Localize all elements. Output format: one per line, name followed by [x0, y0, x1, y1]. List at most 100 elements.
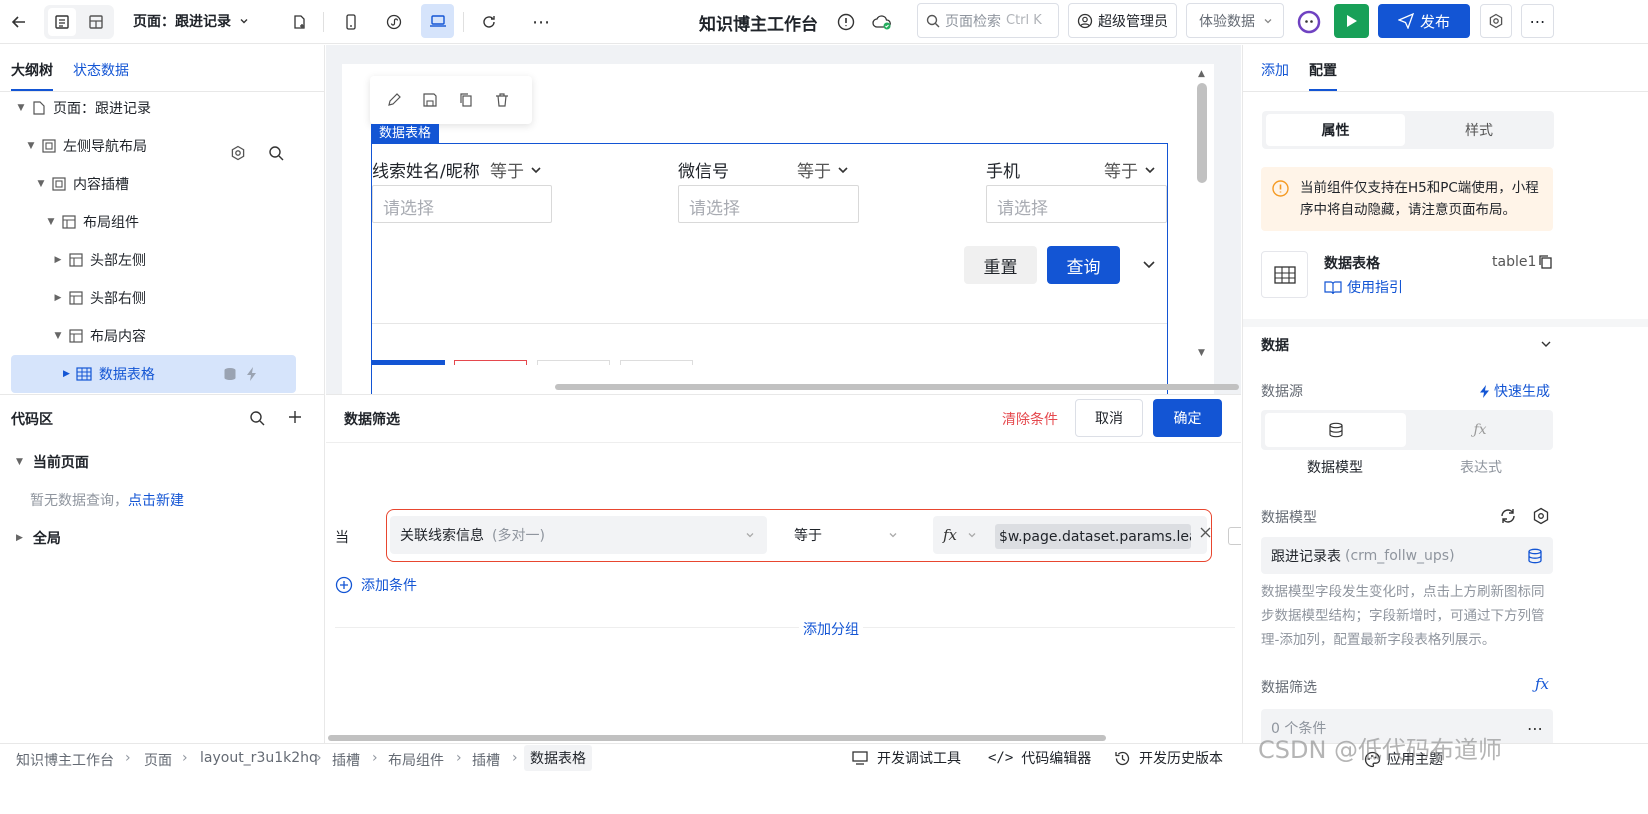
breadcrumb-item[interactable]: 页面	[144, 750, 172, 770]
layout-view-icon[interactable]	[82, 8, 110, 36]
ai-assistant-icon[interactable]	[1295, 8, 1323, 36]
row-checkbox-peek[interactable]	[1228, 527, 1241, 545]
breadcrumb-item[interactable]: 布局组件	[388, 750, 444, 770]
empty-text: 暂无数据查询，	[30, 493, 128, 509]
expand-chevron-icon[interactable]	[1142, 259, 1156, 271]
seg-style[interactable]: 样式	[1409, 114, 1549, 146]
settings-button[interactable]	[1480, 4, 1512, 38]
confirm-button[interactable]: 确定	[1153, 399, 1222, 437]
more-icon[interactable]: ⋯	[527, 8, 555, 36]
tab-outline[interactable]: 大纲树	[11, 60, 53, 80]
outline-view-icon[interactable]	[48, 8, 76, 36]
seg-expression[interactable]: ƒx	[1410, 413, 1550, 447]
copy-id-icon[interactable]	[1538, 254, 1553, 270]
tree-node-header-right[interactable]: ▶ 头部右侧	[0, 280, 325, 316]
filter-input-wechat[interactable]: 请选择	[678, 185, 859, 223]
field-select[interactable]: 关联线索信息 (多对一)	[390, 516, 767, 554]
caret-right-icon[interactable]: ▶	[53, 293, 63, 303]
page-search[interactable]: 页面检索 Ctrl K	[917, 3, 1059, 38]
user-button[interactable]: 超级管理员	[1068, 3, 1177, 38]
model-settings-icon[interactable]	[1533, 507, 1549, 525]
clear-conditions-button[interactable]: 清除条件	[1002, 409, 1058, 429]
new-page-icon[interactable]	[285, 8, 313, 36]
refresh-icon[interactable]	[475, 8, 503, 36]
caret-right-icon[interactable]: ▶	[53, 255, 63, 265]
miniprogram-preview-icon[interactable]	[380, 8, 408, 36]
collapse-chevron-icon[interactable]	[1540, 339, 1552, 349]
cancel-button[interactable]: 取消	[1075, 399, 1143, 437]
delete-icon[interactable]	[494, 92, 510, 108]
current-page-group[interactable]: ▼ 当前页面	[16, 452, 89, 472]
more-icon[interactable]: ⋯	[1527, 719, 1543, 738]
panel-horizontal-scroll[interactable]	[328, 735, 1106, 741]
code-editor-button[interactable]: </> 代码编辑器	[988, 748, 1091, 768]
breadcrumb-item[interactable]: layout_r3u1k2hq	[200, 750, 318, 766]
add-group-button[interactable]: 添加分组	[799, 619, 863, 639]
info-icon[interactable]	[832, 8, 860, 36]
global-group[interactable]: ▶ 全局	[16, 528, 61, 548]
edit-icon[interactable]	[386, 92, 402, 108]
tree-node-layout-content[interactable]: ▼ 布局内容	[0, 318, 325, 354]
code-search-icon[interactable]	[249, 410, 265, 426]
filter-op-name[interactable]: 等于	[490, 157, 542, 182]
tree-node-layout[interactable]: ▼ 布局组件	[0, 204, 325, 240]
canvas-horizontal-scroll[interactable]	[555, 384, 1239, 390]
caret-down-icon[interactable]: ▼	[53, 331, 63, 341]
filter-input-phone[interactable]: 请选择	[986, 185, 1167, 223]
usage-guide-link[interactable]: 使用指引	[1324, 277, 1403, 297]
tree-node-slot[interactable]: ▼ 内容插槽	[0, 166, 325, 202]
tab-add[interactable]: 添加	[1261, 60, 1289, 80]
save-icon[interactable]	[422, 92, 438, 108]
tree-node-left-nav[interactable]: ▼ 左侧导航布局	[0, 128, 325, 164]
env-select[interactable]: 体验数据	[1186, 3, 1284, 38]
expression-chip[interactable]: $w.page.dataset.params.lea...	[995, 524, 1191, 549]
clear-expression-icon[interactable]	[1200, 527, 1211, 538]
caret-down-icon[interactable]: ▼	[36, 179, 46, 189]
add-code-icon[interactable]	[288, 410, 302, 424]
tree-node-header-left[interactable]: ▶ 头部左侧	[0, 242, 325, 278]
filter-fx-icon[interactable]: ƒx	[1535, 675, 1549, 693]
create-query-link[interactable]: 点击新建	[128, 493, 184, 509]
publish-button[interactable]: 发布	[1378, 4, 1470, 38]
refresh-model-icon[interactable]	[1499, 507, 1517, 525]
fx-toggle[interactable]: fx	[943, 526, 977, 544]
caret-down-icon[interactable]: ▼	[46, 217, 56, 227]
tab-config[interactable]: 配置	[1309, 60, 1337, 80]
caret-down-icon[interactable]: ▼	[16, 103, 26, 113]
filter-op-phone[interactable]: 等于	[1104, 157, 1156, 182]
operator-select[interactable]: 等于	[784, 516, 908, 554]
breadcrumb-item[interactable]: 插槽	[332, 750, 360, 770]
lightning-icon	[1479, 384, 1490, 399]
scroll-down-icon[interactable]: ▼	[1198, 348, 1205, 358]
pc-preview-icon[interactable]	[421, 4, 454, 38]
back-arrow-icon[interactable]	[5, 8, 33, 36]
debug-tool-button[interactable]: 开发调试工具	[851, 748, 961, 768]
breadcrumb-item-current[interactable]: 数据表格	[524, 745, 592, 771]
seg-data-model[interactable]	[1265, 413, 1406, 447]
more-options-button[interactable]: ⋯	[1521, 4, 1554, 38]
tab-state[interactable]: 状态数据	[73, 60, 129, 80]
caret-down-icon[interactable]: ▼	[26, 141, 36, 151]
seg-property[interactable]: 属性	[1266, 114, 1405, 146]
model-select[interactable]: 跟进记录表 (crm_follw_ups)	[1261, 537, 1553, 574]
mobile-preview-icon[interactable]	[337, 8, 365, 36]
breadcrumb-item[interactable]: 知识博主工作台	[16, 750, 114, 770]
reset-button[interactable]: 重置	[964, 246, 1037, 284]
caret-right-icon[interactable]: ▶	[63, 369, 70, 379]
tree-node-data-table[interactable]: ▶ 数据表格	[11, 355, 296, 393]
scroll-up-icon[interactable]: ▲	[1198, 69, 1205, 79]
tree-node-page[interactable]: ▼ 页面：跟进记录	[0, 90, 325, 126]
filter-op-wechat[interactable]: 等于	[797, 157, 849, 182]
page-select[interactable]: 页面：跟进记录	[133, 10, 249, 32]
query-button[interactable]: 查询	[1047, 246, 1120, 284]
divider	[1243, 319, 1648, 327]
gear-icon	[1488, 13, 1504, 29]
run-button[interactable]	[1334, 4, 1369, 38]
copy-icon[interactable]	[458, 92, 474, 108]
breadcrumb-item[interactable]: 插槽	[472, 750, 500, 770]
filter-input-name[interactable]: 请选择	[372, 185, 552, 223]
quick-generate-link[interactable]: 快速生成	[1479, 381, 1550, 401]
canvas-vertical-scroll[interactable]	[1197, 83, 1207, 183]
add-condition-button[interactable]: 添加条件	[335, 575, 417, 595]
history-button[interactable]: 开发历史版本	[1114, 748, 1223, 768]
